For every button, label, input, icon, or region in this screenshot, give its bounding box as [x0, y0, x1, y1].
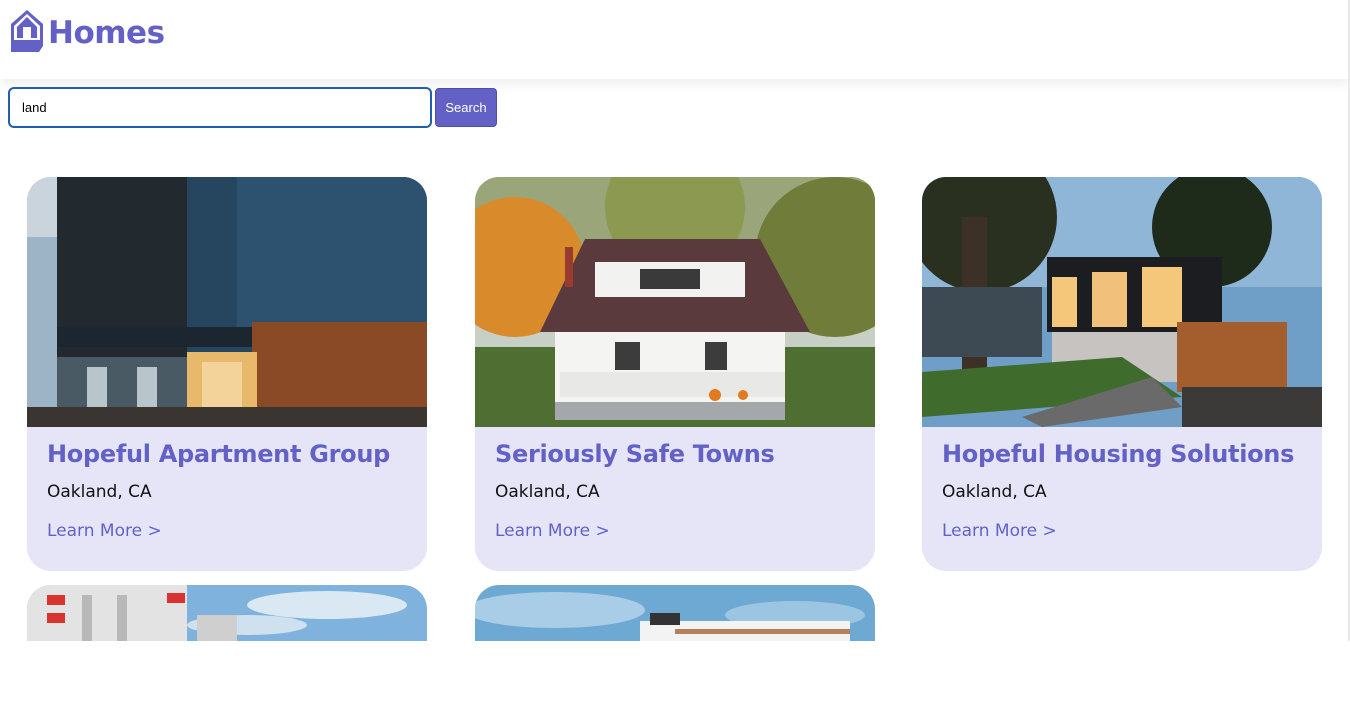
learn-more-link[interactable]: Learn More > [47, 521, 162, 541]
listing-card[interactable]: Hopeful Housing Solutions Oakland, CA Le… [922, 177, 1322, 571]
search-input[interactable] [8, 87, 432, 128]
logo[interactable]: Homes [9, 8, 165, 57]
listing-card[interactable]: Hopeful Apartment Group Oakland, CA Lear… [27, 177, 427, 571]
listing-location: Oakland, CA [942, 482, 1047, 502]
learn-more-link[interactable]: Learn More > [495, 521, 610, 541]
listing-image [922, 177, 1322, 427]
listing-card-partial[interactable] [27, 585, 427, 705]
search-button[interactable]: Search [435, 88, 497, 127]
listing-title: Seriously Safe Towns [495, 440, 775, 468]
listing-card[interactable]: Seriously Safe Towns Oakland, CA Learn M… [475, 177, 875, 571]
house-icon [9, 8, 45, 57]
listing-image [27, 177, 427, 427]
listing-image [475, 585, 875, 641]
listing-location: Oakland, CA [47, 482, 152, 502]
listing-image [475, 177, 875, 427]
logo-text: Homes [48, 14, 165, 51]
listing-location: Oakland, CA [495, 482, 600, 502]
listing-title: Hopeful Apartment Group [47, 440, 390, 468]
learn-more-link[interactable]: Learn More > [942, 521, 1057, 541]
site-header: Homes [0, 0, 1350, 79]
listing-title: Hopeful Housing Solutions [942, 440, 1295, 468]
listing-card-partial[interactable] [475, 585, 875, 705]
search-bar: Search [8, 87, 497, 128]
listing-image [27, 585, 427, 641]
